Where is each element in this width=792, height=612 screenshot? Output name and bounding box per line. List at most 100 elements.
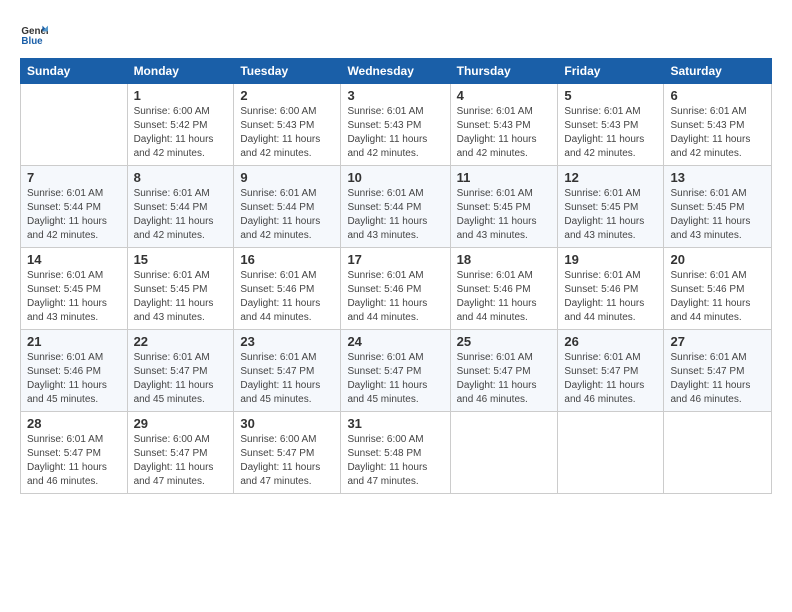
calendar-cell: 13 Sunrise: 6:01 AM Sunset: 5:45 PM Dayli…	[664, 166, 772, 248]
day-number: 7	[27, 170, 121, 185]
day-number: 2	[240, 88, 334, 103]
day-info: Sunrise: 6:01 AM Sunset: 5:45 PM Dayligh…	[670, 187, 765, 243]
calendar-table: Sunday Monday Tuesday Wednesday Thursday…	[20, 58, 772, 494]
day-number: 22	[134, 334, 228, 349]
day-info: Sunrise: 6:01 AM Sunset: 5:45 PM Dayligh…	[457, 187, 552, 243]
logo-icon: General Blue	[20, 20, 48, 48]
col-thursday: Thursday	[450, 59, 558, 84]
day-number: 26	[564, 334, 657, 349]
calendar-week-row: 1Sunrise: 6:00 AM Sunset: 5:42 PM Daylig…	[21, 84, 772, 166]
day-info: Sunrise: 6:01 AM Sunset: 5:45 PM Dayligh…	[564, 187, 657, 243]
calendar-cell: 26 Sunrise: 6:01 AM Sunset: 5:47 PM Dayli…	[558, 330, 664, 412]
day-info: Sunrise: 6:01 AM Sunset: 5:47 PM Dayligh…	[134, 351, 228, 407]
day-number: 5	[564, 88, 657, 103]
calendar-cell: 18Sunrise: 6:01 AM Sunset: 5:46 PM Dayli…	[450, 248, 558, 330]
day-number: 9	[240, 170, 334, 185]
day-info: Sunrise: 6:01 AM Sunset: 5:47 PM Dayligh…	[564, 351, 657, 407]
day-info: Sunrise: 6:01 AM Sunset: 5:47 PM Dayligh…	[670, 351, 765, 407]
col-sunday: Sunday	[21, 59, 128, 84]
day-info: Sunrise: 6:01 AM Sunset: 5:47 PM Dayligh…	[457, 351, 552, 407]
day-info: Sunrise: 6:00 AM Sunset: 5:47 PM Dayligh…	[134, 433, 228, 489]
calendar-cell: 15 Sunrise: 6:01 AM Sunset: 5:45 PM Dayli…	[127, 248, 234, 330]
calendar-cell: 4Sunrise: 6:01 AM Sunset: 5:43 PM Daylig…	[450, 84, 558, 166]
day-number: 27	[670, 334, 765, 349]
day-info: Sunrise: 6:00 AM Sunset: 5:48 PM Dayligh…	[347, 433, 443, 489]
day-info: Sunrise: 6:00 AM Sunset: 5:47 PM Dayligh…	[240, 433, 334, 489]
calendar-cell: 23 Sunrise: 6:01 AM Sunset: 5:47 PM Dayli…	[234, 330, 341, 412]
calendar-cell: 20Sunrise: 6:01 AM Sunset: 5:46 PM Dayli…	[664, 248, 772, 330]
day-number: 16	[240, 252, 334, 267]
day-number: 20	[670, 252, 765, 267]
calendar-week-row: 14 Sunrise: 6:01 AM Sunset: 5:45 PM Dayli…	[21, 248, 772, 330]
calendar-cell: 1Sunrise: 6:00 AM Sunset: 5:42 PM Daylig…	[127, 84, 234, 166]
day-info: Sunrise: 6:01 AM Sunset: 5:47 PM Dayligh…	[27, 433, 121, 489]
calendar-cell: 7 Sunrise: 6:01 AM Sunset: 5:44 PM Daylig…	[21, 166, 128, 248]
day-info: Sunrise: 6:01 AM Sunset: 5:44 PM Dayligh…	[240, 187, 334, 243]
day-number: 23	[240, 334, 334, 349]
calendar-cell: 24 Sunrise: 6:01 AM Sunset: 5:47 PM Dayli…	[341, 330, 450, 412]
col-friday: Friday	[558, 59, 664, 84]
calendar-week-row: 28 Sunrise: 6:01 AM Sunset: 5:47 PM Dayli…	[21, 412, 772, 494]
day-number: 10	[347, 170, 443, 185]
day-info: Sunrise: 6:01 AM Sunset: 5:46 PM Dayligh…	[347, 269, 443, 325]
calendar-cell: 12 Sunrise: 6:01 AM Sunset: 5:45 PM Dayli…	[558, 166, 664, 248]
day-number: 17	[347, 252, 443, 267]
day-number: 24	[347, 334, 443, 349]
page-header: General Blue	[20, 20, 772, 48]
calendar-cell: 28 Sunrise: 6:01 AM Sunset: 5:47 PM Dayli…	[21, 412, 128, 494]
day-number: 28	[27, 416, 121, 431]
calendar-cell: 9 Sunrise: 6:01 AM Sunset: 5:44 PM Daylig…	[234, 166, 341, 248]
day-info: Sunrise: 6:01 AM Sunset: 5:46 PM Dayligh…	[240, 269, 334, 325]
calendar-week-row: 21Sunrise: 6:01 AM Sunset: 5:46 PM Dayli…	[21, 330, 772, 412]
calendar-cell: 2Sunrise: 6:00 AM Sunset: 5:43 PM Daylig…	[234, 84, 341, 166]
day-info: Sunrise: 6:01 AM Sunset: 5:46 PM Dayligh…	[457, 269, 552, 325]
calendar-cell	[21, 84, 128, 166]
calendar-header-row: Sunday Monday Tuesday Wednesday Thursday…	[21, 59, 772, 84]
calendar-cell: 10 Sunrise: 6:01 AM Sunset: 5:44 PM Dayli…	[341, 166, 450, 248]
day-number: 12	[564, 170, 657, 185]
calendar-cell: 14Sunrise: 6:01 AM Sunset: 5:45 PM Dayli…	[21, 248, 128, 330]
day-number: 8	[134, 170, 228, 185]
day-number: 6	[670, 88, 765, 103]
day-number: 11	[457, 170, 552, 185]
day-number: 29	[134, 416, 228, 431]
calendar-cell: 5 Sunrise: 6:01 AM Sunset: 5:43 PM Daylig…	[558, 84, 664, 166]
logo: General Blue	[20, 20, 52, 48]
calendar-cell: 6 Sunrise: 6:01 AM Sunset: 5:43 PM Daylig…	[664, 84, 772, 166]
day-number: 19	[564, 252, 657, 267]
day-info: Sunrise: 6:01 AM Sunset: 5:46 PM Dayligh…	[27, 351, 121, 407]
calendar-cell: 27 Sunrise: 6:01 AM Sunset: 5:47 PM Dayli…	[664, 330, 772, 412]
day-info: Sunrise: 6:01 AM Sunset: 5:44 PM Dayligh…	[27, 187, 121, 243]
calendar-cell: 3Sunrise: 6:01 AM Sunset: 5:43 PM Daylig…	[341, 84, 450, 166]
calendar-cell: 21Sunrise: 6:01 AM Sunset: 5:46 PM Dayli…	[21, 330, 128, 412]
day-info: Sunrise: 6:01 AM Sunset: 5:45 PM Dayligh…	[134, 269, 228, 325]
day-info: Sunrise: 6:01 AM Sunset: 5:46 PM Dayligh…	[564, 269, 657, 325]
calendar-cell: 31Sunrise: 6:00 AM Sunset: 5:48 PM Dayli…	[341, 412, 450, 494]
calendar-cell: 22 Sunrise: 6:01 AM Sunset: 5:47 PM Dayli…	[127, 330, 234, 412]
col-tuesday: Tuesday	[234, 59, 341, 84]
day-info: Sunrise: 6:01 AM Sunset: 5:43 PM Dayligh…	[564, 105, 657, 161]
calendar-cell: 29 Sunrise: 6:00 AM Sunset: 5:47 PM Dayli…	[127, 412, 234, 494]
day-info: Sunrise: 6:01 AM Sunset: 5:44 PM Dayligh…	[347, 187, 443, 243]
day-info: Sunrise: 6:01 AM Sunset: 5:43 PM Dayligh…	[670, 105, 765, 161]
col-monday: Monday	[127, 59, 234, 84]
day-number: 14	[27, 252, 121, 267]
calendar-cell: 8 Sunrise: 6:01 AM Sunset: 5:44 PM Daylig…	[127, 166, 234, 248]
day-number: 4	[457, 88, 552, 103]
calendar-cell	[664, 412, 772, 494]
day-info: Sunrise: 6:01 AM Sunset: 5:47 PM Dayligh…	[347, 351, 443, 407]
day-number: 30	[240, 416, 334, 431]
day-number: 15	[134, 252, 228, 267]
calendar-cell	[450, 412, 558, 494]
day-number: 13	[670, 170, 765, 185]
day-number: 3	[347, 88, 443, 103]
svg-text:Blue: Blue	[21, 36, 43, 47]
day-info: Sunrise: 6:01 AM Sunset: 5:44 PM Dayligh…	[134, 187, 228, 243]
calendar-cell: 25 Sunrise: 6:01 AM Sunset: 5:47 PM Dayli…	[450, 330, 558, 412]
calendar-week-row: 7 Sunrise: 6:01 AM Sunset: 5:44 PM Daylig…	[21, 166, 772, 248]
col-saturday: Saturday	[664, 59, 772, 84]
day-info: Sunrise: 6:01 AM Sunset: 5:47 PM Dayligh…	[240, 351, 334, 407]
day-number: 25	[457, 334, 552, 349]
day-number: 1	[134, 88, 228, 103]
calendar-cell: 11 Sunrise: 6:01 AM Sunset: 5:45 PM Dayli…	[450, 166, 558, 248]
